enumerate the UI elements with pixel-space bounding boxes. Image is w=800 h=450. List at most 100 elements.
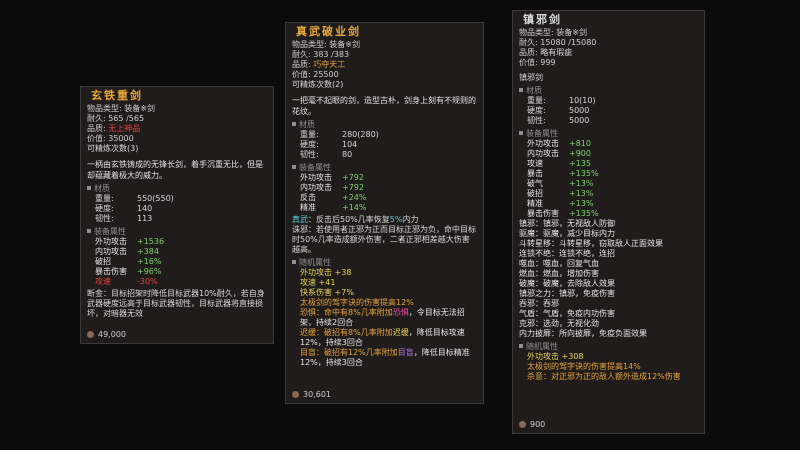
durability-value: 565 /565: [108, 114, 145, 123]
quality-label: 品质:: [87, 124, 106, 133]
item-description: 一把毫不起眼的剑，造型古朴，剑身上刻有不规则的花纹。: [292, 96, 476, 116]
attr-key: 外功攻击: [300, 173, 332, 182]
durability-value: 383 /383: [313, 50, 350, 59]
diamond-icon: [519, 131, 523, 135]
type-value: 装备※剑: [556, 28, 587, 37]
attr-value: +384: [137, 247, 159, 256]
attr-key: 破招: [95, 257, 111, 266]
type-value: 装备※剑: [329, 40, 360, 49]
diamond-icon: [292, 122, 296, 126]
price-value: 25500: [313, 70, 339, 79]
item-tooltip-zhenxie: 镇邪剑 物品类型: 装备※剑 耐久: 15080 /15080 品质: 略有瑕疵…: [512, 10, 705, 434]
diamond-icon: [519, 344, 523, 348]
durability-value: 15080 /15080: [540, 38, 597, 47]
effect-line: 噬血：噬血，回复气血: [519, 259, 599, 268]
random-blind-pre: 目盲：破招有12%几率附加: [300, 348, 398, 357]
effect-line: 吞邪：吞邪: [519, 299, 559, 308]
random-fear-pre: 恐惧：命中有8%几率附加: [300, 308, 393, 317]
attr-value: +135%: [569, 209, 599, 218]
durability-label: 耐久:: [87, 114, 106, 123]
attr-key: 精准: [527, 199, 543, 208]
effect-list: 镇邪：镇邪，无视敌人防御 驱魔：驱魔，减少目标内力 斗转星移：斗转星移，窃取敌人…: [519, 219, 698, 339]
durability-label: 耐久:: [292, 50, 311, 59]
item-tooltip-xuantie: 玄铁重剑 物品类型: 装备※剑 耐久: 565 /565 品质: 无上神品 价值…: [80, 86, 274, 344]
material-value: 140: [137, 204, 153, 213]
effect-line: 燃血：燃血，增加伤害: [519, 269, 599, 278]
attr-key: 攻速: [527, 159, 543, 168]
price-label: 价值:: [519, 58, 538, 67]
item-subname: 镇邪剑: [519, 73, 543, 82]
attr-value: +24%: [342, 193, 367, 202]
random-attr: 快系伤害 +7%: [300, 288, 354, 297]
random-fear: 恐惧：命中有8%几率附加恐惧，令目标无法招架，持续2回合: [300, 308, 477, 328]
material-value: 104: [342, 140, 358, 149]
refine-count: 可精炼次数(2): [292, 80, 344, 89]
material-value: 5000: [569, 106, 590, 115]
effect-line: 镇邪：镇邪，无视敌人防御: [519, 219, 615, 228]
attr-value: +13%: [569, 179, 594, 188]
random-slow-pre: 迟缓：破招有8%几率附加: [300, 328, 393, 337]
attr-key: 内功攻击: [527, 149, 559, 158]
random-attr: 太极剑的驾字诀的伤害提高14%: [527, 362, 641, 371]
attr-key: 破招: [527, 189, 543, 198]
random-blind: 目盲：破招有12%几率附加目盲，降低目标精准12%，持续3回合: [300, 348, 477, 368]
attr-key: 攻速: [95, 277, 111, 286]
attr-key: 精准: [300, 203, 316, 212]
price-label: 价值:: [292, 70, 311, 79]
attr-value: +96%: [137, 267, 162, 276]
material-key: 韧性:: [95, 214, 114, 223]
attr-value: +14%: [342, 203, 367, 212]
attr-key: 暴击伤害: [527, 209, 559, 218]
effect-line: 连锁不绝：连锁不绝，连招: [519, 249, 615, 258]
sell-price: 30,601: [303, 390, 331, 399]
effect-text: ：反击后50%几率恢复: [308, 215, 390, 224]
material-header: 材质: [94, 184, 110, 193]
coin-icon: [87, 331, 94, 338]
effect-line: 驱魔：驱魔，减少目标内力: [519, 229, 615, 238]
material-value: 113: [137, 214, 153, 223]
attr-value: +900: [569, 149, 591, 158]
effect-tail: 内力: [402, 215, 419, 224]
diamond-icon: [292, 260, 296, 264]
attr-key: 外功攻击: [95, 237, 127, 246]
item-tooltip-zhenwu: 真武破业剑 物品类型: 装备※剑 耐久: 383 /383 品质: 巧夺天工 价…: [285, 22, 484, 404]
attr-header: 装备属性: [94, 227, 126, 236]
material-key: 硬度:: [95, 204, 114, 213]
attr-key: 暴击: [527, 169, 543, 178]
attr-value: +1536: [137, 237, 165, 246]
material-header: 材质: [299, 120, 315, 129]
attr-value: +135%: [569, 169, 599, 178]
random-header: 随机属性: [299, 258, 331, 267]
sell-price: 49,000: [98, 330, 126, 339]
random-fear-key: 恐惧: [392, 308, 409, 317]
quality-label: 品质:: [519, 48, 538, 57]
diamond-icon: [519, 88, 523, 92]
material-key: 韧性:: [527, 116, 546, 125]
material-key: 重量:: [300, 130, 319, 139]
random-header: 随机属性: [526, 342, 558, 351]
attr-value: +13%: [569, 199, 594, 208]
sell-price: 900: [530, 420, 546, 429]
material-key: 硬度:: [300, 140, 319, 149]
refine-count: 可精炼次数(3): [87, 144, 139, 153]
diamond-icon: [87, 229, 91, 233]
item-title: 真武破业剑: [296, 25, 361, 38]
type-label: 物品类型:: [292, 40, 327, 49]
random-blind-key: 目盲: [397, 348, 414, 357]
attr-value: +810: [569, 139, 591, 148]
random-attr: 攻速 +41: [300, 278, 336, 287]
diamond-icon: [87, 186, 91, 190]
attr-key: 内功攻击: [95, 247, 127, 256]
effect-name: 真武: [292, 215, 308, 224]
attr-value: +13%: [569, 189, 594, 198]
quality-value: 巧夺天工: [313, 60, 346, 69]
effect-pct: 5%: [389, 215, 403, 224]
material-value: 280(280): [342, 130, 379, 139]
attr-header: 装备属性: [526, 129, 558, 138]
attr-value: -30%: [137, 277, 158, 286]
effect-line: 内力披靡：所向披靡，免疫负面效果: [519, 329, 647, 338]
quality-label: 品质:: [292, 60, 311, 69]
attr-value: +16%: [137, 257, 162, 266]
attr-key: 破气: [527, 179, 543, 188]
price-value: 999: [540, 58, 556, 67]
